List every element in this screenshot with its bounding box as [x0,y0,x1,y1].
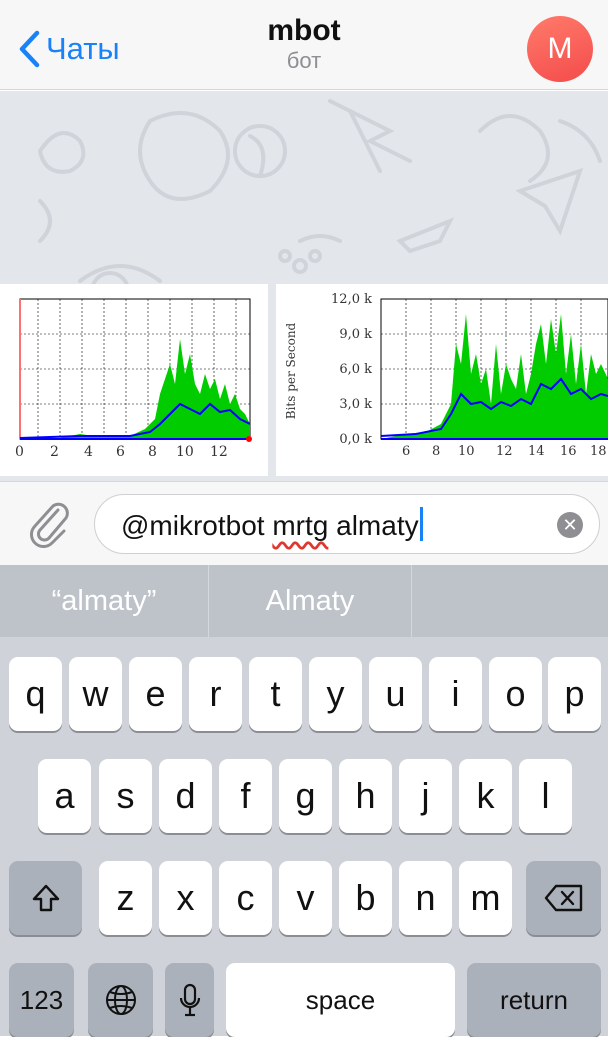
key-g[interactable]: g [279,759,332,833]
avatar[interactable]: M [527,16,593,82]
key-c[interactable]: c [219,861,272,935]
x-tick: 18 [590,444,607,459]
x-tick: 8 [148,444,157,460]
key-k[interactable]: k [459,759,512,833]
key-x[interactable]: x [159,861,212,935]
x-tick: 8 [432,444,441,459]
x-tick: 10 [176,444,194,460]
x-tick: 2 [50,444,59,460]
message-input-text: @mikrotbot mrtg almaty [121,507,423,543]
return-key[interactable]: return [467,963,601,1037]
suggestion-1[interactable]: “almaty” [0,565,208,637]
x-tick: 0 [15,444,24,460]
mrtg-graph-left: 0 2 4 6 8 10 12 [0,284,268,476]
shift-icon [32,884,59,912]
backspace-icon [544,884,582,912]
key-i[interactable]: i [429,657,482,731]
chat-wallpaper-doodles [37,99,602,291]
shift-key[interactable] [9,861,82,935]
x-tick: 14 [528,444,545,459]
suggestion-bar: “almaty” Almaty [0,565,608,637]
key-n[interactable]: n [399,861,452,935]
text-caret [419,507,423,541]
microphone-icon [179,983,200,1017]
x-tick: 16 [560,444,577,459]
key-s[interactable]: s [99,759,152,833]
key-f[interactable]: f [219,759,272,833]
key-p[interactable]: p [548,657,601,731]
key-l[interactable]: l [519,759,572,833]
key-w[interactable]: w [69,657,122,731]
chat-header: Чаты mbot бот M [0,0,608,90]
clear-icon[interactable]: ✕ [557,512,583,538]
y-tick: 3,0 k [339,397,372,412]
misspelled-word: mrtg [272,510,329,541]
key-d[interactable]: d [159,759,212,833]
dictation-key[interactable] [165,963,214,1037]
message-input-bar: @mikrotbot mrtg almaty ✕ [0,481,608,565]
mrtg-graph-right: 12,0 k 9,0 k 6,0 k 3,0 k 0,0 k Bits per … [276,284,608,476]
chat-title: mbot [267,14,341,47]
y-tick: 12,0 k [331,292,372,307]
delete-key[interactable] [526,861,601,935]
globe-key[interactable] [88,963,153,1037]
key-r[interactable]: r [189,657,242,731]
key-t[interactable]: t [249,657,302,731]
key-e[interactable]: e [129,657,182,731]
key-b[interactable]: b [339,861,392,935]
x-tick: 10 [458,444,475,459]
keyboard: “almaty” Almaty q w e r t y u i o p a s … [0,565,608,1037]
suggestion-3[interactable] [412,565,608,637]
chat-title-area[interactable]: mbot бот [0,14,608,74]
x-tick: 6 [402,444,411,459]
globe-icon [105,985,136,1015]
y-tick: 6,0 k [339,362,372,377]
x-tick: 4 [84,444,93,460]
chat-subtitle: бот [286,48,322,73]
y-axis-label: Bits per Second [284,322,298,420]
y-tick: 9,0 k [339,327,372,342]
key-u[interactable]: u [369,657,422,731]
key-j[interactable]: j [399,759,452,833]
key-q[interactable]: q [9,657,62,731]
key-y[interactable]: y [309,657,362,731]
key-h[interactable]: h [339,759,392,833]
paperclip-icon[interactable] [24,498,74,548]
space-key[interactable]: space [226,963,455,1037]
key-m[interactable]: m [459,861,512,935]
suggestion-2[interactable]: Almaty [209,565,411,637]
chat-messages-area: 0 2 4 6 8 10 12 12,0 k 9,0 k 6,0 k 3,0 k… [0,91,608,481]
x-tick: 12 [210,444,228,460]
key-v[interactable]: v [279,861,332,935]
x-tick: 12 [496,444,513,459]
key-o[interactable]: o [489,657,542,731]
mrtg-graphs-image[interactable]: 0 2 4 6 8 10 12 12,0 k 9,0 k 6,0 k 3,0 k… [0,284,608,476]
x-tick: 6 [116,444,125,460]
message-input[interactable]: @mikrotbot mrtg almaty ✕ [94,494,600,554]
numbers-key[interactable]: 123 [9,963,74,1037]
key-a[interactable]: a [38,759,91,833]
key-z[interactable]: z [99,861,152,935]
